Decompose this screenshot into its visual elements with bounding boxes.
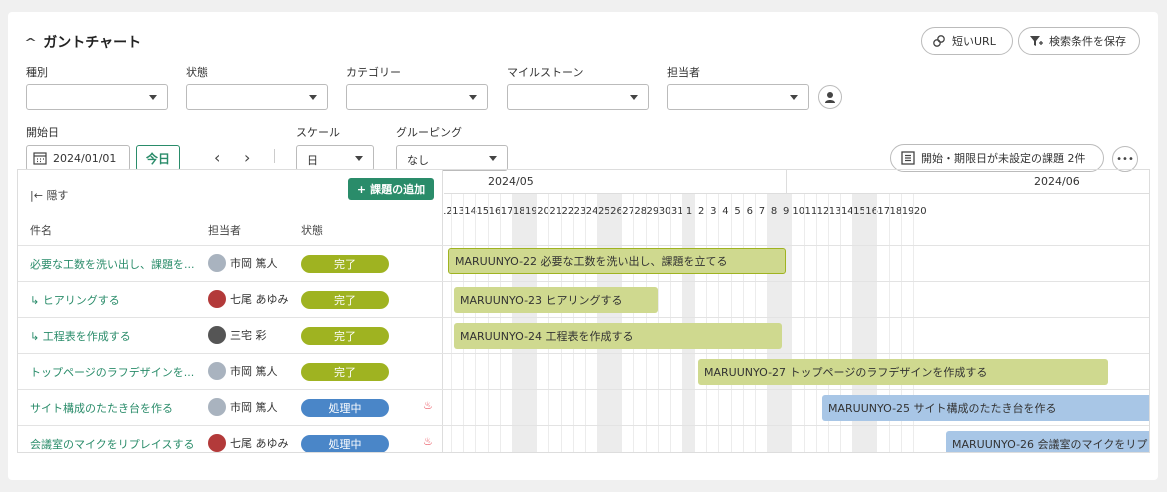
task-name-link[interactable]: サイト構成のたたき台を作る [30,400,173,416]
assignee-cell: 三宅 彩 [208,326,267,344]
avatar [208,326,226,344]
table-row[interactable]: ↳ 工程表を作成する 三宅 彩 完了 MARUUNYO-24 工程表を作成する [18,317,1149,353]
scale-label: スケール [296,126,340,139]
assignee-cell: 七尾 あゆみ [208,290,289,308]
column-header-status: 状態 [301,224,323,237]
caret-down-icon [149,95,157,100]
category-select[interactable] [346,84,488,110]
status-badge: 完了 [301,291,389,309]
hide-list-button[interactable]: |← 隠す [30,187,68,203]
column-header-assignee: 担当者 [208,224,241,237]
more-dots-icon: ••• [1116,153,1134,165]
status-select[interactable] [186,84,328,110]
status-badge: 完了 [301,327,389,345]
link-icon [933,35,945,47]
caret-down-icon [630,95,638,100]
gantt-bar[interactable]: MARUUNYO-23 ヒアリングする [454,287,658,313]
task-name-link[interactable]: ↳ 工程表を作成する [30,328,131,344]
caret-down-icon [355,156,363,161]
type-label: 種別 [26,66,48,79]
month-header: 2024/05 2024/06 [444,170,1149,194]
status-label: 状態 [186,66,208,79]
table-row[interactable]: サイト構成のたたき台を作る 市岡 篤人 処理中 ♨ MARUUNYO-25 サイト構成の… [18,389,1149,425]
day-label: 20 [913,206,927,217]
gantt-title[interactable]: ^ ガントチャート [24,32,141,52]
assignee-name: 市岡 篤人 [230,365,278,378]
caret-down-icon [489,156,497,161]
avatar [208,254,226,272]
table-row[interactable]: ↳ ヒアリングする 七尾 あゆみ 完了 MARUUNYO-23 ヒアリングする [18,281,1149,317]
flame-icon: ♨ [423,435,433,448]
calendar-icon [33,152,47,165]
month-label: 2024/05 [488,175,534,188]
unset-tasks-button[interactable]: 開始・期限日が未設定の課題 2件 [890,144,1104,172]
assignee-name: 市岡 篤人 [230,257,278,270]
gantt-bar[interactable]: MARUUNYO-24 工程表を作成する [454,323,782,349]
gantt-bar[interactable]: MARUUNYO-25 サイト構成のたたき台を作る [822,395,1149,421]
plus-icon: + [356,182,367,196]
task-name-link[interactable]: ↳ ヒアリングする [30,292,120,308]
avatar [208,290,226,308]
milestone-label: マイルストーン [507,66,584,79]
caret-down-icon [790,95,798,100]
assignee-cell: 市岡 篤人 [208,398,278,416]
chevron-up-icon[interactable]: ^ [24,36,37,49]
assignee-select[interactable] [667,84,809,110]
status-badge: 処理中 [301,435,389,452]
grouping-label: グルーピング [396,126,462,139]
table-row[interactable]: 会議室のマイクをリプレイスする 七尾 あゆみ 処理中 ♨ MARUUNYO-26 会議室… [18,425,1149,452]
type-select[interactable] [26,84,168,110]
milestone-select[interactable] [507,84,649,110]
scale-select[interactable]: 日 [296,145,374,171]
status-badge: 処理中 [301,399,389,417]
assignee-label: 担当者 [667,66,700,79]
avatar [208,362,226,380]
collapse-left-icon: |← [30,189,43,202]
task-name-link[interactable]: 会議室のマイクをリプレイスする [30,436,194,452]
grouping-select[interactable]: なし [396,145,508,171]
list-icon [901,151,915,165]
add-task-button[interactable]: + 課題の追加 [348,178,434,200]
short-url-button[interactable]: 短いURL [921,27,1013,55]
assignee-cell: 七尾 あゆみ [208,434,289,452]
day-header: 1213141516171819202122232425262728293031… [444,194,1149,452]
gantt-bar[interactable]: MARUUNYO-22 必要な工数を洗い出し、課題を立てる [448,248,786,274]
avatar [208,434,226,452]
caret-down-icon [469,95,477,100]
assignee-cell: 市岡 篤人 [208,362,278,380]
save-filter-button[interactable]: 検索条件を保存 [1018,27,1140,55]
today-button[interactable]: 今日 [136,145,180,171]
month-label: 2024/06 [1034,175,1080,188]
filter-plus-icon [1030,36,1043,46]
prev-arrow-icon[interactable]: ‹ [214,148,220,167]
assignee-name: 七尾 あゆみ [230,437,289,450]
person-icon [825,92,835,103]
status-badge: 完了 [301,363,389,381]
caret-down-icon [309,95,317,100]
category-label: カテゴリー [346,66,401,79]
flame-icon: ♨ [423,399,433,412]
next-arrow-icon[interactable]: › [244,148,250,167]
my-assignee-button[interactable] [818,85,842,109]
assignee-cell: 市岡 篤人 [208,254,278,272]
assignee-name: 市岡 篤人 [230,401,278,414]
avatar [208,398,226,416]
assignee-name: 三宅 彩 [230,329,267,342]
gantt-bar[interactable]: MARUUNYO-26 会議室のマイクをリプレイスする [946,431,1149,452]
divider [274,149,275,163]
gantt-bar[interactable]: MARUUNYO-27 トップページのラフデザインを作成する [698,359,1108,385]
assignee-name: 七尾 あゆみ [230,293,289,306]
month-divider [786,170,787,194]
task-name-link[interactable]: 必要な工数を洗い出し、課題を... [30,256,195,272]
start-date-input[interactable]: 2024/01/01 [26,145,130,171]
table-row[interactable]: 必要な工数を洗い出し、課題を... 市岡 篤人 完了 MARUUNYO-22 必要な工… [18,245,1149,281]
table-row[interactable]: トップページのラフデザインを... 市岡 篤人 完了 MARUUNYO-27 トップペ… [18,353,1149,389]
status-badge: 完了 [301,255,389,273]
gantt-grid: |← 隠す +課題の追加 件名 担当者 状態 2024/05 2024/06 1… [17,169,1150,453]
start-label: 開始日 [26,126,59,139]
column-header-name: 件名 [30,224,52,237]
task-name-link[interactable]: トップページのラフデザインを... [30,364,194,380]
